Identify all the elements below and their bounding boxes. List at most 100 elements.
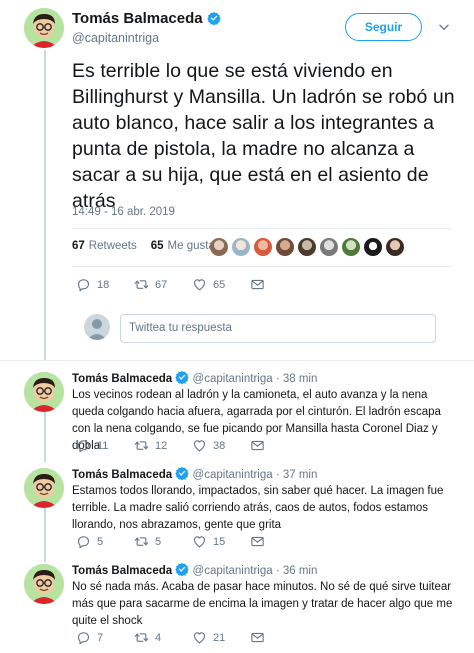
reply-action[interactable]: 7 xyxy=(76,630,134,645)
retweet-icon xyxy=(134,277,149,292)
likes-count[interactable]: 65 xyxy=(151,240,164,252)
reply-text: Estamos todos llorando, impactados, sin … xyxy=(72,485,444,531)
tweet-text: Es terrible lo que se está viviendo en B… xyxy=(72,60,455,212)
author-handle[interactable]: @capitanintriga xyxy=(193,565,273,577)
divider xyxy=(72,266,452,267)
author-avatar[interactable] xyxy=(24,372,64,412)
like-action[interactable]: 65 xyxy=(192,277,250,292)
reply-count: 11 xyxy=(97,439,109,452)
heart-icon xyxy=(192,277,207,292)
user-avatar xyxy=(84,314,110,340)
dm-action[interactable] xyxy=(250,534,308,549)
like-count: 21 xyxy=(213,631,226,644)
follow-button[interactable]: Seguir xyxy=(345,13,422,41)
liker-avatar[interactable] xyxy=(386,238,404,256)
liker-avatar[interactable] xyxy=(320,238,338,256)
liker-avatar[interactable] xyxy=(342,238,360,256)
retweet-count: 5 xyxy=(155,535,162,548)
chevron-down-icon[interactable] xyxy=(437,20,451,34)
author-avatar[interactable] xyxy=(24,564,64,604)
verified-badge-icon xyxy=(175,370,189,384)
verified-badge-icon xyxy=(175,466,189,480)
retweet-icon xyxy=(134,438,149,453)
likes-label[interactable]: Me gusta xyxy=(168,240,215,252)
reply-icon xyxy=(76,534,91,549)
reply-composer: Twittea tu respuesta xyxy=(72,302,452,354)
author-name-row[interactable]: Tomás Balmaceda xyxy=(72,10,221,27)
reply-action[interactable]: 18 xyxy=(76,277,134,292)
engagement-stats: 67 Retweets 65 Me gusta xyxy=(72,240,215,252)
tweet-actions: 18 67 65 xyxy=(76,277,308,292)
dm-action[interactable] xyxy=(250,438,308,453)
like-count: 38 xyxy=(213,439,226,452)
reply-header: Tomás Balmaceda @capitanintriga · 36 min xyxy=(72,562,317,577)
dm-action[interactable] xyxy=(250,277,308,292)
author-handle[interactable]: @capitanintriga xyxy=(193,373,273,385)
reply-actions: 11 12 38 xyxy=(76,438,308,453)
reply-age[interactable]: · 37 min xyxy=(276,469,318,481)
retweet-action[interactable]: 5 xyxy=(134,534,192,549)
thread-reply[interactable]: Tomás Balmaceda @capitanintriga · 38 min… xyxy=(0,366,474,460)
divider xyxy=(0,360,474,361)
reply-action[interactable]: 11 xyxy=(76,438,134,453)
liker-avatar[interactable] xyxy=(210,238,228,256)
envelope-icon xyxy=(250,630,265,645)
author-avatar[interactable] xyxy=(24,8,64,48)
reply-count: 7 xyxy=(97,631,104,644)
reply-action[interactable]: 5 xyxy=(76,534,134,549)
reply-age[interactable]: · 36 min xyxy=(276,565,318,577)
reply-header: Tomás Balmaceda @capitanintriga · 37 min xyxy=(72,466,317,481)
reply-actions: 5 5 15 xyxy=(76,534,308,549)
reply-header: Tomás Balmaceda @capitanintriga · 38 min xyxy=(72,370,317,385)
author-name[interactable]: Tomás Balmaceda xyxy=(72,469,172,481)
thread-line xyxy=(44,50,46,360)
reply-icon xyxy=(76,438,91,453)
author-name[interactable]: Tomás Balmaceda xyxy=(72,10,203,27)
divider xyxy=(72,228,452,229)
author-handle[interactable]: @capitanintriga xyxy=(193,469,273,481)
author-name[interactable]: Tomás Balmaceda xyxy=(72,565,172,577)
heart-icon xyxy=(192,534,207,549)
likers-avatars xyxy=(210,238,404,256)
retweet-count: 67 xyxy=(155,278,168,291)
dm-action[interactable] xyxy=(250,630,308,645)
author-handle[interactable]: @capitanintriga xyxy=(72,31,159,45)
reply-count: 5 xyxy=(97,535,104,548)
retweet-action[interactable]: 4 xyxy=(134,630,192,645)
like-action[interactable]: 38 xyxy=(192,438,250,453)
retweet-action[interactable]: 67 xyxy=(134,277,192,292)
like-count: 15 xyxy=(213,535,226,548)
liker-avatar[interactable] xyxy=(276,238,294,256)
retweets-label[interactable]: Retweets xyxy=(89,240,137,252)
reply-count: 18 xyxy=(97,278,110,291)
liker-avatar[interactable] xyxy=(364,238,382,256)
envelope-icon xyxy=(250,277,265,292)
author-avatar[interactable] xyxy=(24,468,64,508)
thread-reply[interactable]: Tomás Balmaceda @capitanintriga · 36 min… xyxy=(0,558,474,653)
reply-actions: 7 4 21 xyxy=(76,630,308,645)
like-action[interactable]: 21 xyxy=(192,630,250,645)
retweet-count: 12 xyxy=(155,439,168,452)
heart-icon xyxy=(192,438,207,453)
verified-badge-icon xyxy=(207,11,221,25)
heart-icon xyxy=(192,630,207,645)
reply-text: No sé nada más. Acaba de pasar hace minu… xyxy=(72,581,453,627)
liker-avatar[interactable] xyxy=(232,238,250,256)
retweet-icon xyxy=(134,630,149,645)
author-name[interactable]: Tomás Balmaceda xyxy=(72,373,172,385)
retweet-count: 4 xyxy=(155,631,162,644)
like-action[interactable]: 15 xyxy=(192,534,250,549)
envelope-icon xyxy=(250,534,265,549)
verified-badge-icon xyxy=(175,562,189,576)
reply-input[interactable]: Twittea tu respuesta xyxy=(120,314,436,343)
retweet-icon xyxy=(134,534,149,549)
reply-icon xyxy=(76,277,91,292)
liker-avatar[interactable] xyxy=(254,238,272,256)
tweet-timestamp[interactable]: 14:49 - 16 abr. 2019 xyxy=(72,206,175,218)
reply-icon xyxy=(76,630,91,645)
thread-reply[interactable]: Tomás Balmaceda @capitanintriga · 37 min… xyxy=(0,462,474,556)
reply-age[interactable]: · 38 min xyxy=(276,373,318,385)
liker-avatar[interactable] xyxy=(298,238,316,256)
retweets-count[interactable]: 67 xyxy=(72,240,85,252)
retweet-action[interactable]: 12 xyxy=(134,438,192,453)
